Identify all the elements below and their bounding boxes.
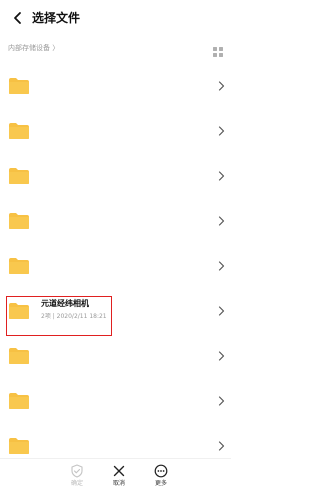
folder-icon: [9, 258, 29, 274]
breadcrumb-row: 内部存储设备 〉: [0, 40, 231, 57]
bottom-toolbar: 确定 取消 更多: [0, 458, 231, 500]
folder-icon: [9, 123, 29, 139]
chevron-right-icon: [218, 261, 225, 271]
list-item[interactable]: [0, 64, 231, 109]
header: 选择文件: [0, 0, 231, 36]
folder-icon: [9, 168, 29, 184]
breadcrumb[interactable]: 内部存储设备 〉: [8, 42, 59, 54]
shield-check-icon: [71, 464, 83, 478]
more-label: 更多: [154, 480, 167, 487]
grid-view-button[interactable]: [213, 42, 223, 57]
list-item[interactable]: [0, 244, 231, 289]
chevron-right-icon: [218, 126, 225, 136]
close-icon: [113, 465, 125, 477]
folder-icon: [9, 303, 29, 319]
back-arrow-icon: [14, 12, 21, 24]
list-item[interactable]: [0, 334, 231, 379]
chevron-right-icon: [218, 216, 225, 226]
chevron-right-icon: [218, 441, 225, 451]
folder-icon: [9, 348, 29, 364]
more-circle-icon: [154, 464, 168, 478]
confirm-button[interactable]: 确定: [59, 464, 95, 494]
chevron-right-icon: [218, 171, 225, 181]
chevron-right-icon: [218, 306, 225, 316]
folder-list: 元道经纬相机 2项 | 2020/2/11 18:21: [0, 64, 231, 469]
list-item[interactable]: [0, 109, 231, 154]
chevron-right-icon: [218, 81, 225, 91]
folder-meta: 2项 | 2020/2/11 18:21: [41, 313, 107, 320]
list-item[interactable]: [0, 154, 231, 199]
grid-view-icon: [213, 47, 223, 57]
more-button[interactable]: 更多: [143, 464, 179, 494]
folder-icon: [9, 393, 29, 409]
cancel-label: 取消: [112, 480, 125, 487]
folder-name: 元道经纬相机: [41, 299, 89, 308]
confirm-label: 确定: [70, 480, 83, 487]
cancel-button[interactable]: 取消: [101, 464, 137, 494]
page-title: 选择文件: [32, 11, 81, 25]
folder-icon: [9, 78, 29, 94]
list-item[interactable]: [0, 379, 231, 424]
list-item[interactable]: [0, 199, 231, 244]
file-picker-screen: 选择文件 内部存储设备 〉 元道经纬相机 2项 | 2020/2/11 18:2…: [0, 0, 231, 500]
folder-icon: [9, 438, 29, 454]
chevron-right-icon: [218, 396, 225, 406]
chevron-right-icon: [218, 351, 225, 361]
list-item-yuandao-camera[interactable]: 元道经纬相机 2项 | 2020/2/11 18:21: [0, 289, 231, 334]
back-button[interactable]: [10, 10, 26, 26]
folder-icon: [9, 213, 29, 229]
